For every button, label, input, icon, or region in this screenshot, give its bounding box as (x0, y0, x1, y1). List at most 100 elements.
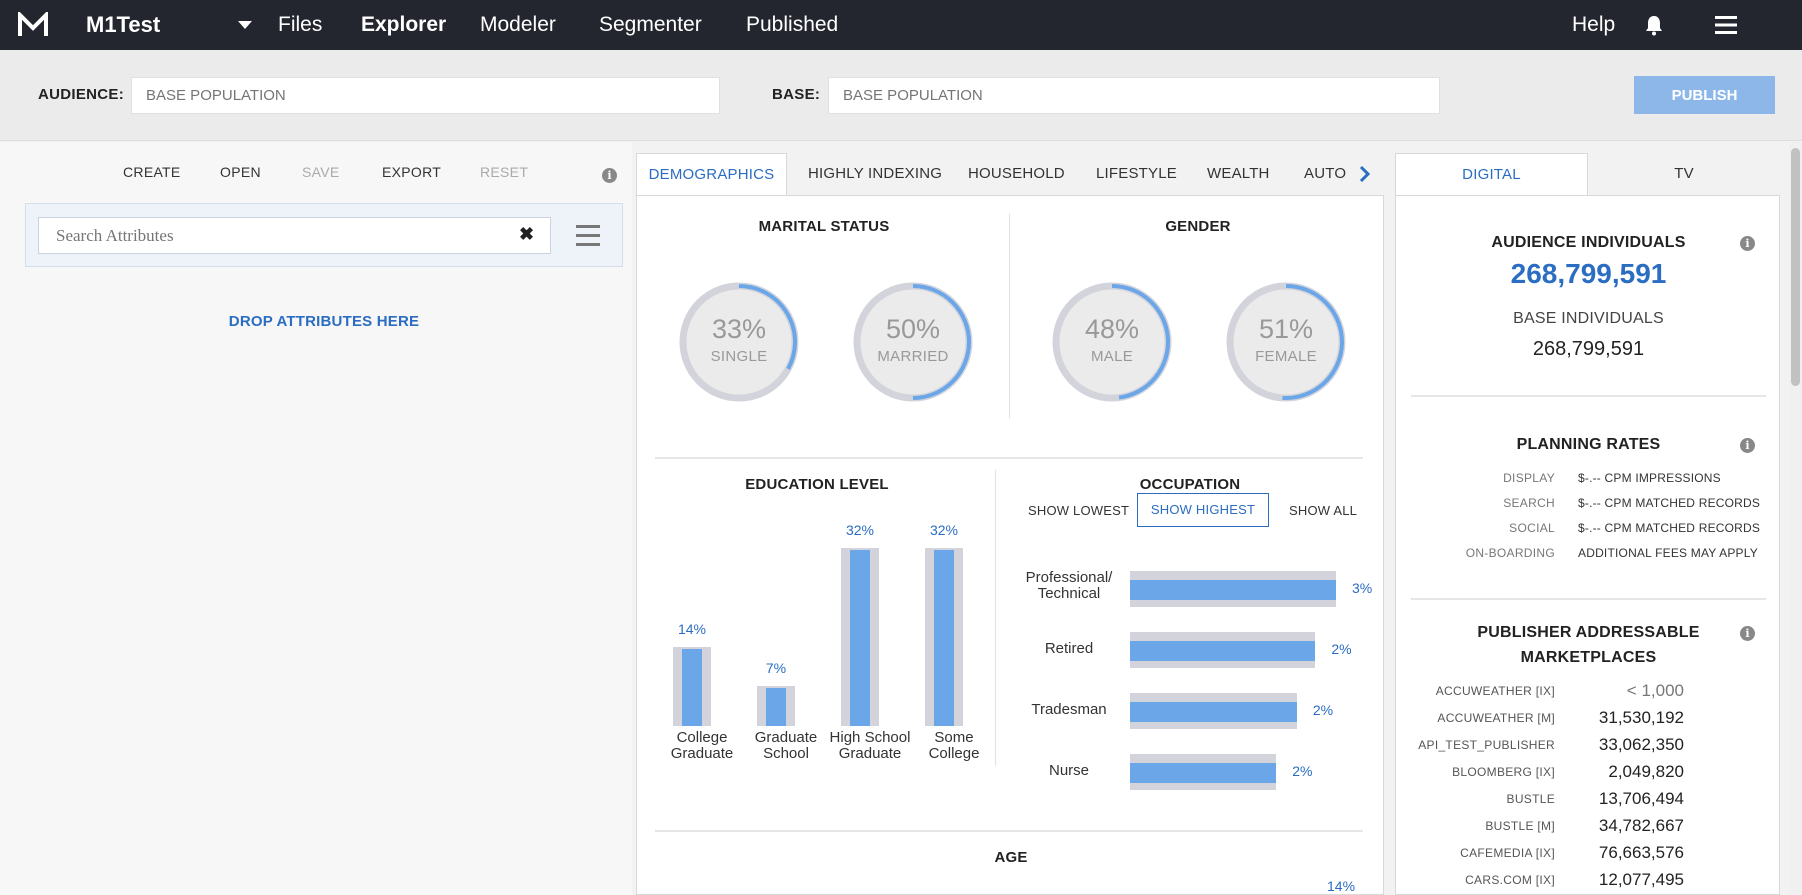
nav-files[interactable]: Files (278, 13, 322, 37)
show-lowest-button[interactable]: SHOW LOWEST (1028, 503, 1129, 518)
marketplace-name: ACCUWEATHER [IX] (1435, 684, 1555, 698)
donut-label: MARRIED (877, 348, 949, 365)
show-all-button[interactable]: SHOW ALL (1289, 503, 1357, 518)
bar-value: 32% (929, 522, 959, 538)
logo-icon[interactable] (18, 12, 48, 38)
bar-label: Retired (1044, 640, 1094, 657)
divider (1411, 395, 1766, 397)
marketplace-row: ACCUWEATHER [M] 31,530,192 (1396, 708, 1781, 728)
education-bar[interactable]: 14% (673, 621, 711, 726)
bar-label: Graduate School (754, 729, 818, 762)
bar-fill (1130, 763, 1277, 783)
bar-label: Some College (928, 729, 980, 762)
marketplace-row: API_TEST_PUBLISHER 33,062,350 (1396, 735, 1781, 755)
info-icon[interactable]: i (602, 168, 617, 183)
rate-key: ON-BOARDING (1465, 546, 1555, 560)
donut-female: 51% FEMALE (1224, 280, 1348, 404)
occupation-bar[interactable]: 2% (1130, 632, 1352, 668)
scrollbar-thumb[interactable] (1791, 148, 1800, 386)
bar-fill (1130, 702, 1297, 722)
search-attributes-input[interactable] (38, 217, 551, 254)
occupation-bar[interactable]: 3% (1130, 571, 1372, 607)
clear-icon[interactable]: ✖ (519, 224, 534, 245)
show-highest-button[interactable]: SHOW HIGHEST (1137, 493, 1269, 527)
base-input[interactable] (828, 77, 1440, 114)
tab-highly-indexing[interactable]: HIGHLY INDEXING (808, 165, 942, 182)
tab-lifestyle[interactable]: LIFESTYLE (1096, 165, 1177, 182)
demographics-panel: MARITAL STATUS GENDER 33% SINGLE 50% MAR… (636, 195, 1384, 895)
donut-single: 33% SINGLE (677, 280, 801, 404)
chevron-right-icon[interactable] (1358, 165, 1372, 183)
education-bar[interactable]: 32% (841, 522, 879, 726)
tab-tv[interactable]: TV (1588, 153, 1780, 195)
marketplace-count: < 1,000 (1626, 681, 1684, 700)
donut-male: 48% MALE (1050, 280, 1174, 404)
nav-help[interactable]: Help (1572, 13, 1615, 37)
export-button[interactable]: EXPORT (382, 164, 441, 180)
list-menu-icon[interactable] (576, 225, 600, 247)
education-bar[interactable]: 7% (757, 660, 795, 726)
rate-key: SEARCH (1503, 496, 1555, 510)
tab-auto[interactable]: AUTO I (1304, 165, 1352, 182)
age-title: AGE (994, 849, 1028, 866)
nav-modeler[interactable]: Modeler (480, 13, 556, 37)
top-nav: M1Test Files Explorer Modeler Segmenter … (0, 0, 1802, 50)
audience-input[interactable] (131, 77, 720, 114)
rate-value: $-.-- CPM MATCHED RECORDS (1578, 496, 1761, 510)
bar-fill (1130, 580, 1336, 600)
nav-explorer[interactable]: Explorer (361, 13, 446, 37)
info-icon[interactable]: i (1740, 626, 1755, 641)
bell-icon[interactable] (1643, 14, 1665, 36)
marketplace-count: 2,049,820 (1608, 762, 1684, 781)
education-bar[interactable]: 32% (925, 522, 963, 726)
nav-published[interactable]: Published (746, 13, 838, 37)
occupation-bar[interactable]: 2% (1130, 693, 1333, 729)
bar-fill (1130, 641, 1316, 661)
donut-pct: 51% (1258, 314, 1314, 344)
info-icon[interactable]: i (1740, 236, 1755, 251)
category-tabs: DEMOGRAPHICS HIGHLY INDEXING HOUSEHOLD L… (636, 153, 1384, 196)
marketplace-count: 31,530,192 (1598, 708, 1684, 727)
save-button[interactable]: SAVE (302, 164, 340, 180)
bar-value: 3% (1352, 580, 1373, 596)
marketplace-row: CAFEMEDIA [IX] 76,663,576 (1396, 843, 1781, 863)
marketplace-row: CARS.COM [IX] 12,077,495 (1396, 870, 1781, 890)
marketplace-name: ACCUWEATHER [M] (1437, 711, 1555, 725)
base-individuals-title: BASE INDIVIDUALS (1513, 310, 1664, 327)
search-container: ✖ (25, 203, 623, 267)
tab-wealth[interactable]: WEALTH (1207, 165, 1270, 182)
gender-title: GENDER (1165, 218, 1231, 235)
open-button[interactable]: OPEN (220, 164, 261, 180)
rate-row: SOCIAL $-.-- CPM MATCHED RECORDS (1396, 521, 1781, 537)
reset-button[interactable]: RESET (480, 164, 528, 180)
tab-household[interactable]: HOUSEHOLD (968, 165, 1065, 182)
publish-button[interactable]: PUBLISH (1634, 76, 1775, 114)
marketplace-row: BUSTLE 13,706,494 (1396, 789, 1781, 809)
workspace-name[interactable]: M1Test (86, 12, 160, 38)
education-title: EDUCATION LEVEL (745, 476, 889, 493)
info-icon[interactable]: i (1740, 438, 1755, 453)
explorer-charts: DEMOGRAPHICS HIGHLY INDEXING HOUSEHOLD L… (636, 153, 1384, 895)
menu-icon[interactable] (1715, 16, 1737, 34)
create-button[interactable]: CREATE (123, 164, 181, 180)
bar-value: 32% (845, 522, 875, 538)
bar-value: 7% (765, 659, 787, 676)
occupation-bar[interactable]: 2% (1130, 754, 1312, 790)
tab-demographics[interactable]: DEMOGRAPHICS (636, 153, 787, 196)
marketplace-name: BLOOMBERG [IX] (1452, 765, 1555, 779)
audience-bar: AUDIENCE: BASE: PUBLISH (0, 50, 1802, 141)
drop-zone[interactable]: DROP ATTRIBUTES HERE (0, 313, 648, 330)
chevron-down-icon[interactable] (238, 21, 252, 29)
rate-row: ON-BOARDING ADDITIONAL FEES MAY APPLY (1396, 546, 1781, 562)
nav-segmenter[interactable]: Segmenter (599, 13, 702, 37)
age-bar-value: 14% (1327, 878, 1356, 894)
rate-value: $-.-- CPM IMPRESSIONS (1578, 471, 1721, 485)
marketplace-count: 33,062,350 (1598, 735, 1684, 754)
rate-row: DISPLAY $-.-- CPM IMPRESSIONS (1396, 471, 1781, 487)
tab-digital[interactable]: DIGITAL (1395, 153, 1588, 196)
base-label: BASE: (772, 86, 821, 103)
marketplace-row: BLOOMBERG [IX] 2,049,820 (1396, 762, 1781, 782)
rate-key: SOCIAL (1509, 521, 1555, 535)
page-scrollbar[interactable] (1789, 142, 1802, 895)
divider (655, 457, 1363, 459)
